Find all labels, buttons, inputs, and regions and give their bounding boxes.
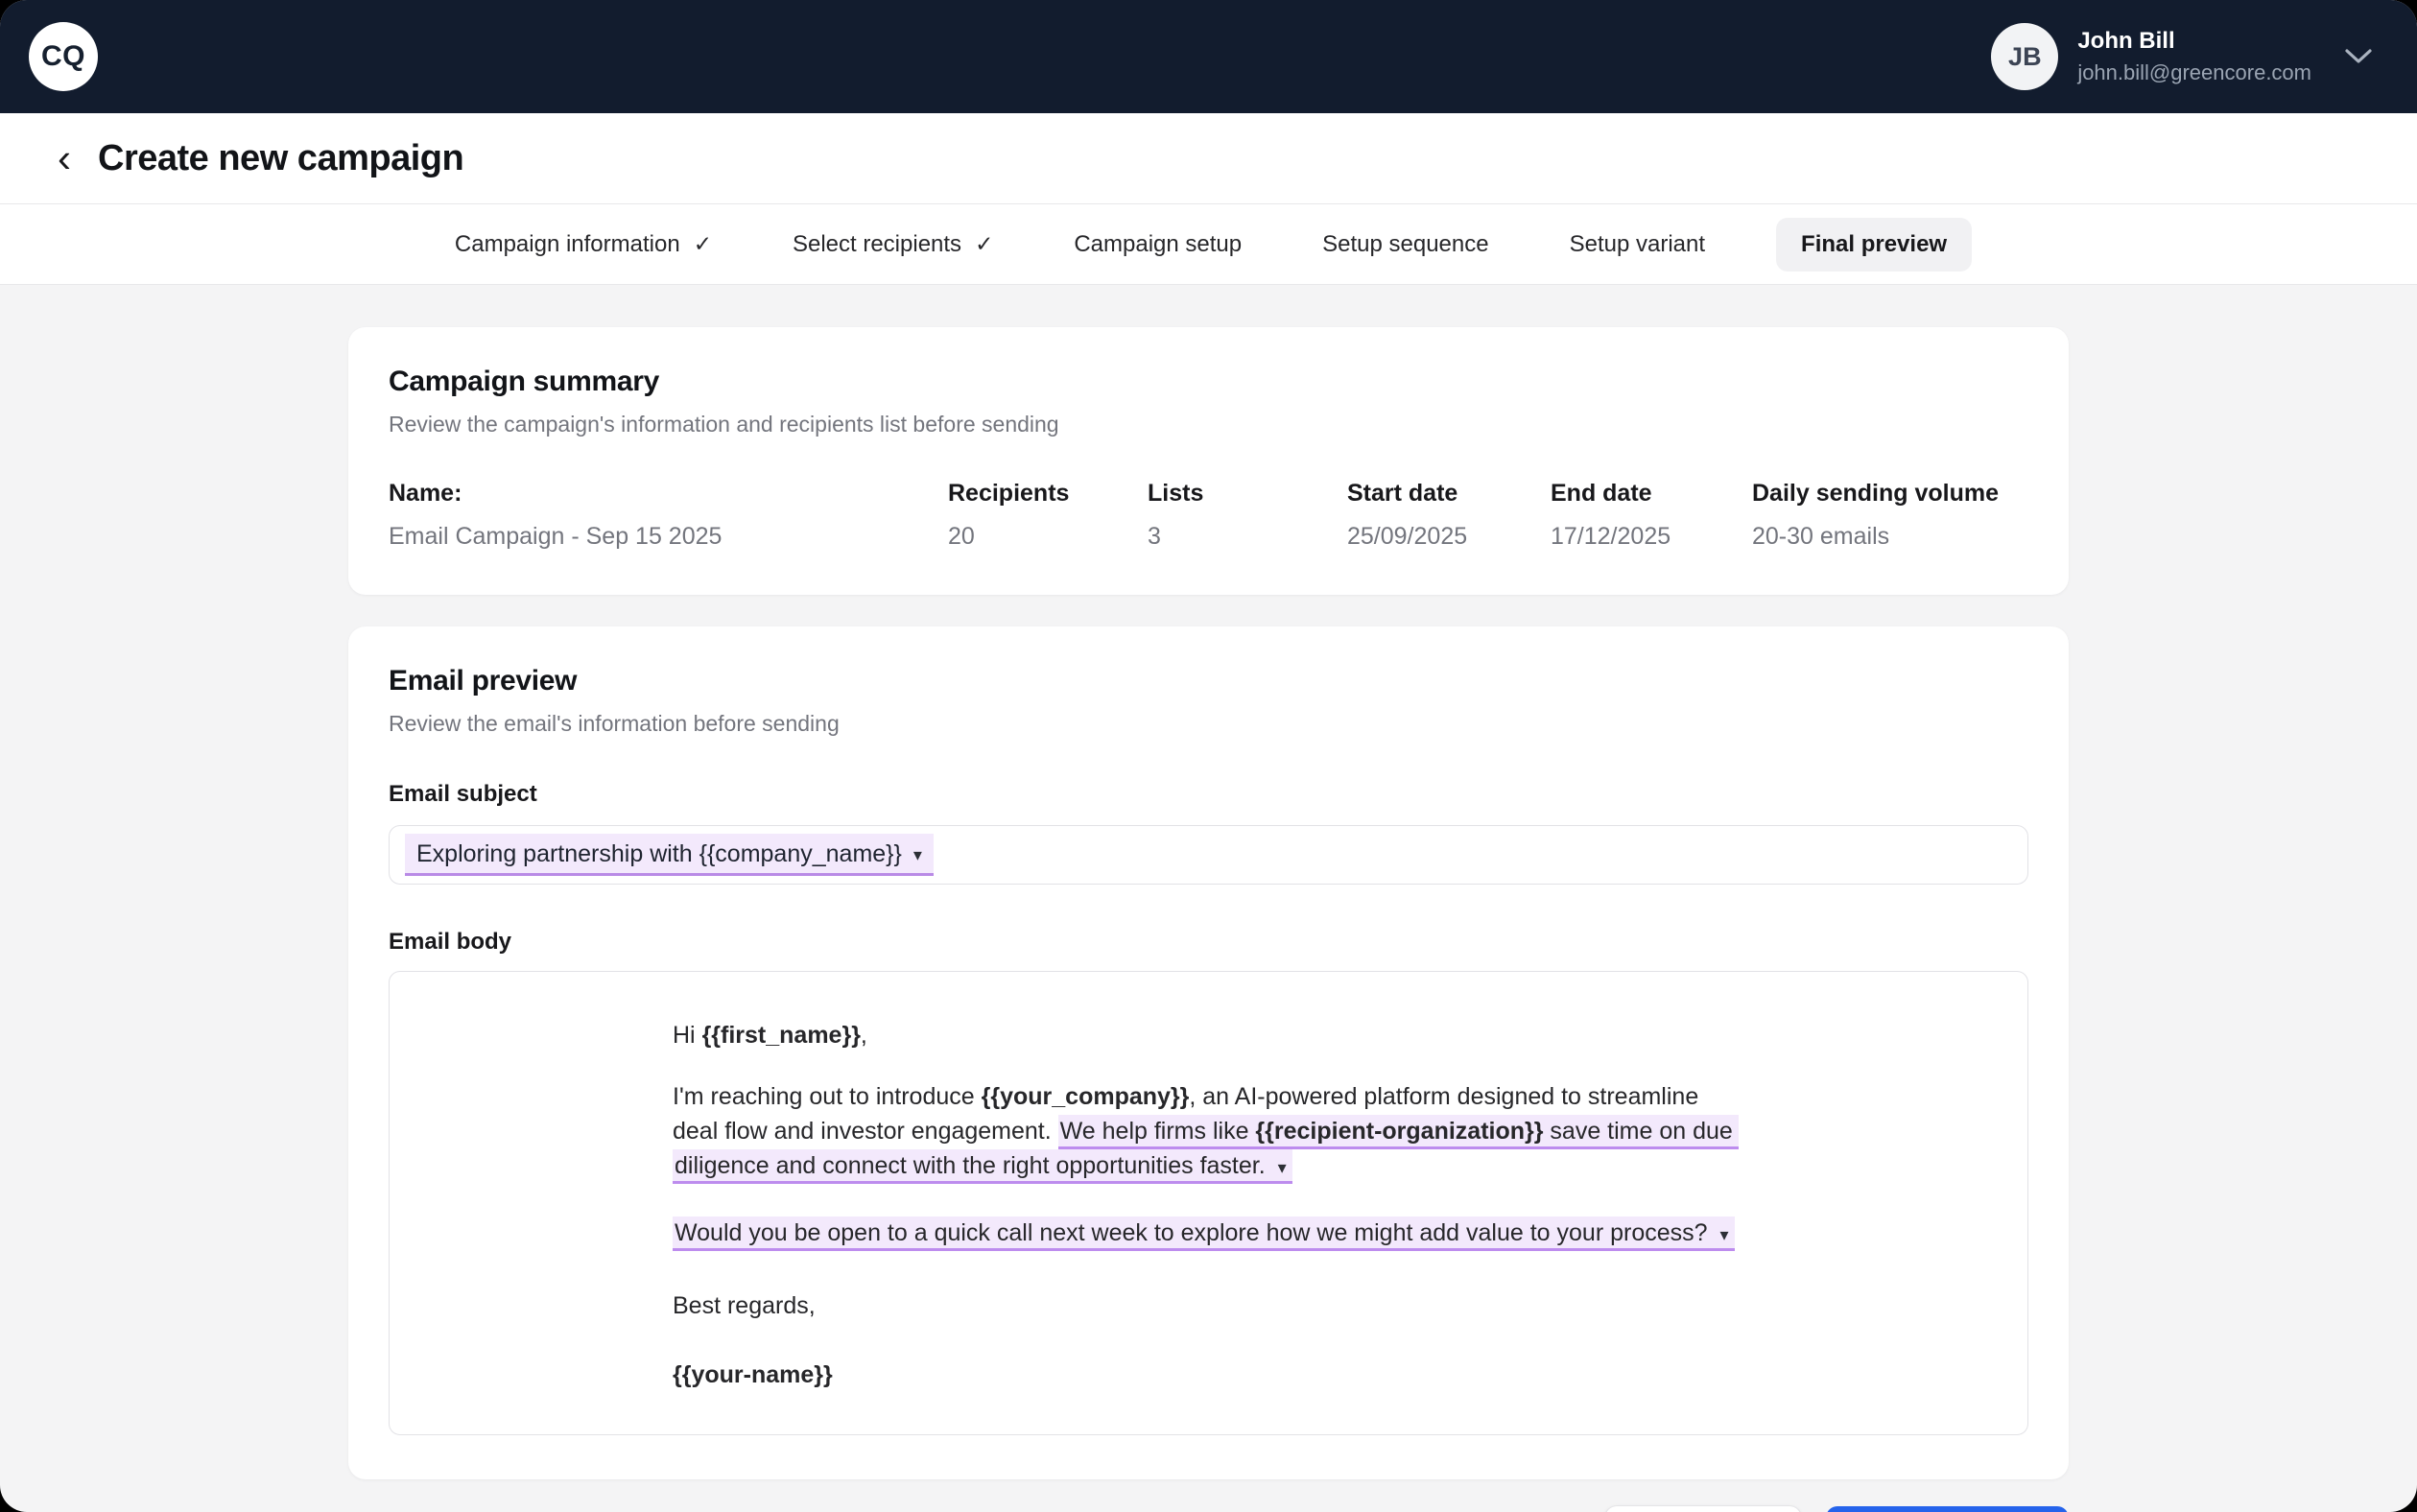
your-company-token: {{your_company}} [982,1083,1190,1110]
top-navbar: CQ JB John Bill john.bill@greencore.com [0,0,2417,113]
email-body-field: Hi {{first_name}}, I'm reaching out to i… [389,971,2028,1435]
first-name-token: {{first_name}} [702,1022,861,1049]
field-name: Name: Email Campaign - Sep 15 2025 [389,480,948,551]
tab-setup-variant[interactable]: Setup variant [1560,218,1715,272]
field-lists: Lists 3 [1148,480,1347,551]
tab-final-preview[interactable]: Final preview [1776,218,1972,272]
greeting-suffix: , [861,1022,867,1049]
field-label: Recipients [948,480,1148,508]
main-content: Campaign summary Review the campaign's i… [0,285,2417,1479]
campaign-summary-card: Campaign summary Review the campaign's i… [348,327,2069,595]
email-subject-field[interactable]: Exploring partnership with {{company_nam… [389,825,2028,885]
tab-label: Select recipients [793,231,961,258]
page-header: ‹ Create new campaign [0,113,2417,204]
summary-fields: Name: Email Campaign - Sep 15 2025 Recip… [389,480,2028,551]
chevron-down-icon[interactable] [2344,48,2373,65]
user-info: John Bill john.bill@greencore.com [2077,28,2311,85]
caret-down-icon: ▾ [913,846,922,863]
subject-variant-dropdown[interactable]: Exploring partnership with {{company_nam… [405,834,934,876]
email-body-content: Hi {{first_name}}, I'm reaching out to i… [673,1018,1744,1392]
recipient-organization-token: {{recipient-organization}} [1255,1118,1543,1145]
tab-campaign-information[interactable]: Campaign information ✓ [445,218,722,272]
greeting-prefix: Hi [673,1022,702,1049]
email-signature-token: {{your-name}} [673,1358,1744,1392]
highlight-text: We help firms like [1060,1118,1256,1145]
email-preview-title: Email preview [389,665,2028,697]
check-icon: ✓ [975,231,993,257]
email-paragraph-intro: I'm reaching out to introduce {{your_com… [673,1079,1744,1183]
field-value: 3 [1148,523,1347,551]
field-label: End date [1551,480,1752,508]
intro-text: I'm reaching out to introduce [673,1083,982,1110]
save-exit-button[interactable]: Save & exit [1605,1506,1801,1512]
subject-text: Exploring partnership with {{company_nam… [416,840,902,868]
user-name: John Bill [2077,28,2311,55]
field-start-date: Start date 25/09/2025 [1347,480,1551,551]
field-value: 20-30 emails [1752,523,2028,551]
email-preview-card: Email preview Review the email's informa… [348,626,2069,1479]
tab-label: Campaign setup [1074,231,1242,258]
field-value: Email Campaign - Sep 15 2025 [389,523,948,551]
tab-setup-sequence[interactable]: Setup sequence [1313,218,1498,272]
step-tabs: Campaign information ✓ Select recipients ✓… [0,204,2417,285]
highlight-text: Would you be open to a quick call next w… [675,1219,1715,1246]
tab-label: Campaign information [455,231,680,258]
check-icon: ✓ [694,231,712,257]
field-end-date: End date 17/12/2025 [1551,480,1752,551]
email-body-label: Email body [389,929,2028,956]
caret-down-icon: ▾ [1278,1158,1287,1177]
user-email: john.bill@greencore.com [2077,60,2311,85]
field-label: Name: [389,480,948,508]
email-paragraph-cta: Would you be open to a quick call next w… [673,1216,1744,1250]
variant-highlight-dropdown[interactable]: Would you be open to a quick call next w… [673,1217,1735,1251]
email-preview-subtitle: Review the email's information before se… [389,711,2028,737]
field-daily-volume: Daily sending volume 20-30 emails [1752,480,2028,551]
tab-label: Setup sequence [1322,231,1488,258]
field-value: 20 [948,523,1148,551]
tab-select-recipients[interactable]: Select recipients ✓ [783,218,1003,272]
field-label: Lists [1148,480,1347,508]
campaign-summary-subtitle: Review the campaign's information and re… [389,412,2028,437]
tab-campaign-setup[interactable]: Campaign setup [1064,218,1251,272]
page-title: Create new campaign [98,138,463,179]
app-logo[interactable]: CQ [29,22,98,91]
back-button[interactable]: ‹ [58,138,71,178]
field-recipients: Recipients 20 [948,480,1148,551]
tab-label: Final preview [1801,231,1947,258]
field-value: 25/09/2025 [1347,523,1551,551]
user-menu[interactable]: JB John Bill john.bill@greencore.com [1991,23,2373,90]
caret-down-icon: ▾ [1720,1225,1729,1244]
field-label: Daily sending volume [1752,480,2028,508]
campaign-summary-title: Campaign summary [389,366,2028,398]
tab-label: Setup variant [1570,231,1705,258]
field-label: Start date [1347,480,1551,508]
app-window: CQ JB John Bill john.bill@greencore.com … [0,0,2417,1512]
avatar[interactable]: JB [1991,23,2058,90]
field-value: 17/12/2025 [1551,523,1752,551]
start-campaign-button[interactable]: Start Campaign [1826,1506,2069,1512]
email-greeting: Hi {{first_name}}, [673,1018,1744,1052]
email-subject-label: Email subject [389,781,2028,808]
footer-actions: Save & exit Start Campaign [348,1506,2069,1512]
email-closing: Best regards, [673,1288,1744,1323]
